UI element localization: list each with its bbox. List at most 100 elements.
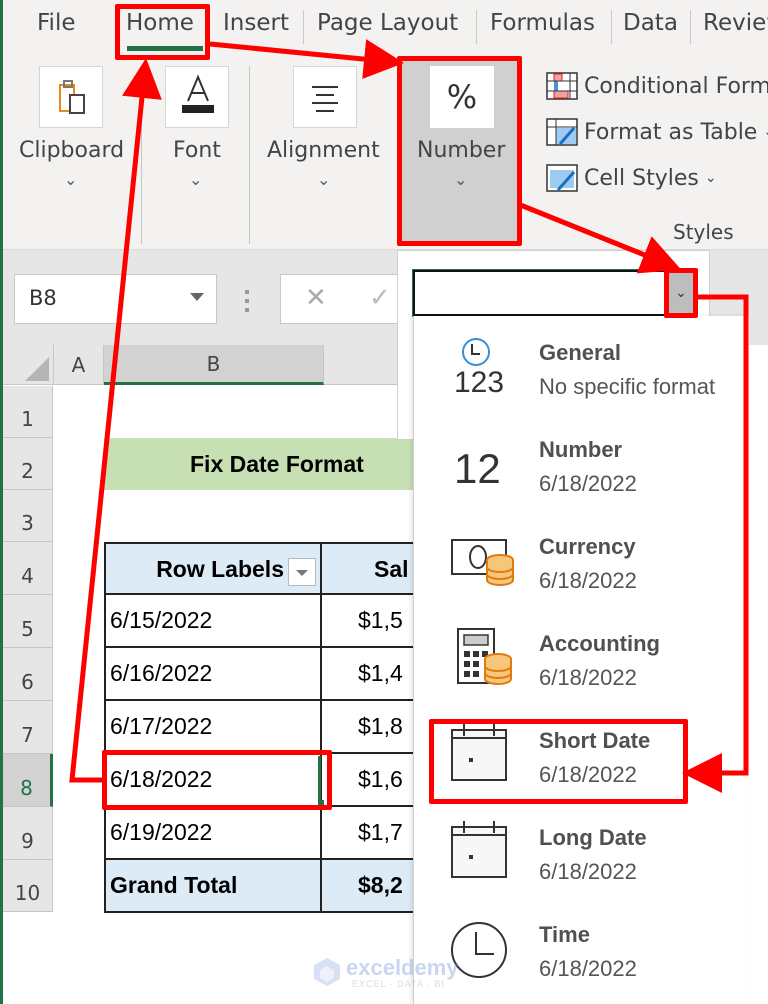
row-header-8[interactable]: 8 [3, 754, 53, 807]
caret-down-icon[interactable] [190, 293, 204, 301]
svg-text:12: 12 [454, 445, 501, 492]
conditional-formatting-icon [546, 72, 578, 100]
row-header-2[interactable]: 2 [3, 438, 53, 490]
sheet-title-cell[interactable]: Fix Date Format [104, 438, 416, 490]
filter-dropdown-button[interactable] [288, 558, 316, 586]
tab-review[interactable]: Review [703, 10, 768, 36]
sales-cell[interactable]: $1,7 [322, 807, 416, 858]
name-box[interactable]: B8 [14, 274, 217, 324]
group-separator [249, 66, 250, 244]
annotation-box-home-tab [115, 4, 210, 60]
format-option-sample: 6/18/2022 [539, 568, 637, 593]
date-cell[interactable]: 6/19/2022 [104, 807, 322, 858]
format-option-number[interactable]: 12 Number 6/18/2022 [414, 413, 750, 510]
format-option-title: Number [539, 437, 623, 462]
format-option-currency[interactable]: Currency 6/18/2022 [414, 510, 750, 607]
number-format-list: 123 General No specific format 12 Number… [413, 316, 749, 1004]
column-header-b[interactable]: B [104, 345, 324, 385]
watermark-brand: exceldemy [346, 955, 459, 980]
tab-file[interactable]: File [37, 10, 76, 36]
annotation-box-cell-b8 [102, 750, 332, 810]
row-header-7[interactable]: 7 [3, 701, 53, 754]
row-labels-text: Row Labels [156, 556, 284, 582]
watermark-tagline: EXCEL · DATA · BI [352, 979, 445, 989]
currency-icon [451, 539, 514, 586]
format-option-sample: 6/18/2022 [539, 859, 637, 884]
pivot-header-row-labels[interactable]: Row Labels [104, 544, 322, 595]
format-option-sample: 6/18/2022 [539, 956, 637, 981]
clipboard-group[interactable]: Clipboard ⌄ [3, 56, 143, 246]
row-header-6[interactable]: 6 [3, 648, 53, 701]
enter-icon[interactable]: ✓ [369, 283, 391, 313]
tab-separator [476, 10, 477, 44]
date-cell[interactable]: 6/17/2022 [104, 701, 322, 752]
svg-text:123: 123 [454, 366, 504, 396]
date-cell[interactable]: 6/15/2022 [104, 595, 322, 646]
align-center-icon [293, 66, 357, 128]
tab-separator [690, 10, 691, 44]
format-option-title: Time [539, 922, 590, 947]
conditional-formatting-button[interactable]: Conditional Formatting [546, 72, 768, 100]
tab-separator [611, 10, 612, 44]
sales-cell[interactable]: $1,4 [322, 648, 416, 699]
annotation-box-short-date [429, 719, 688, 804]
tab-page-layout[interactable]: Page Layout [317, 10, 458, 36]
group-separator [141, 66, 142, 244]
format-option-long-date[interactable]: Long Date 6/18/2022 [414, 801, 750, 898]
pivot-header-sales[interactable]: Sal [322, 544, 416, 595]
general-clock-123-icon: 123 [454, 338, 504, 396]
format-option-title: Accounting [539, 631, 660, 656]
format-as-table-icon [546, 118, 578, 146]
format-option-sample: 6/18/2022 [539, 665, 637, 690]
grand-total-value[interactable]: $8,2 [322, 860, 416, 911]
clipboard-icon [39, 66, 103, 128]
pivot-row: 6/19/2022 $1,7 [104, 807, 416, 860]
format-option-sample: 6/18/2022 [539, 471, 637, 496]
row-header-5[interactable]: 5 [3, 595, 53, 648]
format-option-general[interactable]: 123 General No specific format [414, 316, 750, 413]
styles-group-label: Styles [673, 220, 734, 244]
format-option-accounting[interactable]: Accounting 6/18/2022 [414, 607, 750, 704]
select-all-corner[interactable] [3, 345, 54, 385]
column-header-a[interactable]: A [54, 345, 104, 385]
format-option-title: General [539, 340, 621, 365]
pivot-row: 6/16/2022 $1,4 [104, 648, 416, 701]
tab-data[interactable]: Data [623, 10, 678, 36]
sales-cell[interactable]: $1,5 [322, 595, 416, 646]
cell-styles-button[interactable]: Cell Styles ⌄ [546, 164, 717, 192]
sales-cell[interactable]: $1,8 [322, 701, 416, 752]
select-all-triangle-icon [25, 357, 49, 381]
cancel-icon[interactable]: ✕ [305, 283, 327, 313]
alignment-group[interactable]: Alignment ⌄ [251, 56, 391, 246]
chevron-down-icon: ⌄ [704, 170, 717, 186]
formula-bar-buttons: ✕ ✓ [280, 274, 400, 324]
chevron-down-icon: ⌄ [189, 170, 203, 189]
formula-bar-grip-icon[interactable] [245, 290, 249, 312]
font-label: Font [173, 138, 221, 163]
format-as-table-label: Format as Table [584, 119, 758, 145]
row-header-1[interactable]: 1 [3, 386, 53, 438]
format-as-table-button[interactable]: Format as Table ⌄ [546, 118, 768, 146]
cell-styles-icon [546, 164, 578, 192]
calendar-icon [451, 821, 507, 878]
number-format-combobox[interactable] [412, 269, 698, 317]
sales-cell[interactable]: $1,6 [322, 754, 416, 805]
row-header-10[interactable]: 10 [3, 860, 53, 912]
chevron-down-icon: ⌄ [763, 124, 768, 140]
grand-total-label[interactable]: Grand Total [104, 860, 322, 911]
tab-formulas[interactable]: Formulas [490, 10, 595, 36]
chevron-down-icon: ⌄ [317, 170, 331, 189]
font-color-icon [165, 66, 229, 128]
exceldemy-watermark: exceldemy EXCEL · DATA · BI [312, 955, 472, 991]
font-group[interactable]: Font ⌄ [143, 56, 251, 246]
row-header-3[interactable]: 3 [3, 490, 53, 542]
tab-separator [303, 10, 304, 44]
ribbon: Clipboard ⌄ Font ⌄ Alignment ⌄ % Number … [3, 56, 768, 250]
alignment-label: Alignment [267, 138, 380, 163]
row-header-9[interactable]: 9 [3, 807, 53, 860]
format-option-title: Currency [539, 534, 636, 559]
date-cell[interactable]: 6/16/2022 [104, 648, 322, 699]
row-header-4[interactable]: 4 [3, 542, 53, 595]
pivot-border [104, 542, 106, 912]
tab-insert[interactable]: Insert [223, 10, 289, 36]
